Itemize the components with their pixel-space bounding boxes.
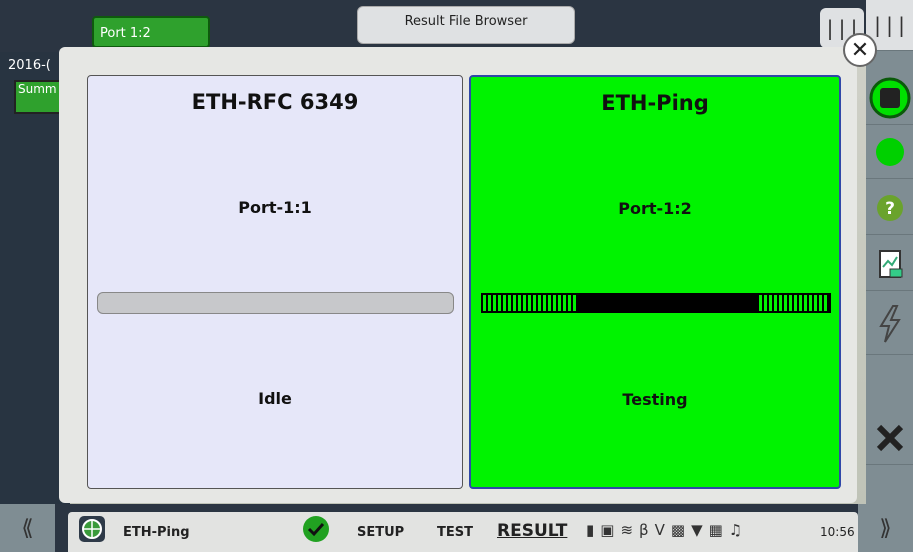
expand-right-button[interactable]: ⟫ [858, 504, 913, 552]
activity-tick [558, 295, 561, 311]
activity-tick [503, 295, 506, 311]
port-tab[interactable]: Port 1:2 [92, 16, 210, 48]
status-ok-icon [303, 516, 329, 542]
svg-text:?: ? [885, 199, 895, 219]
stop-button[interactable] [866, 72, 913, 125]
result-tab[interactable]: RESULT [497, 521, 567, 541]
summary-label: Summ [18, 82, 57, 96]
activity-tick [819, 295, 822, 311]
help-button[interactable]: ? [866, 182, 913, 235]
network-icon: ▼ [691, 521, 703, 539]
activity-tick [814, 295, 817, 311]
activity-tick [493, 295, 496, 311]
activity-tick [804, 295, 807, 311]
display-icon: ▩ [670, 521, 686, 539]
summary-tile[interactable]: Summ [14, 80, 62, 114]
help-icon: ? [876, 195, 903, 221]
right-toolbar: ||| ? [866, 0, 913, 504]
status-dot-icon [875, 138, 904, 166]
test-card-ping[interactable]: ETH-Ping Port-1:2 Testing [469, 75, 841, 489]
card-state: Testing [622, 390, 688, 409]
power-icon: ▮ [586, 521, 595, 539]
bars-icon: ||| [871, 13, 908, 37]
activity-tick [528, 295, 531, 311]
close-dialog-button[interactable]: ✕ [843, 33, 877, 67]
date-label: 2016-( [8, 58, 51, 73]
wifi-icon: ≋ [620, 521, 634, 539]
card-title: ETH-Ping [601, 91, 709, 115]
stop-icon [869, 77, 910, 119]
bluetooth-icon: β [639, 521, 649, 539]
activity-tick [543, 295, 546, 311]
activity-tick [533, 295, 536, 311]
quick-action-button[interactable] [866, 294, 913, 355]
collapse-left-button[interactable]: ⟪ [0, 504, 55, 552]
card-port: Port-1:2 [618, 199, 692, 218]
test-tab[interactable]: TEST [437, 525, 473, 540]
activity-tick [513, 295, 516, 311]
activity-tick [784, 295, 787, 311]
activity-tick [518, 295, 521, 311]
activity-tick [553, 295, 556, 311]
speaker-icon: ♫ [728, 521, 743, 539]
close-icon: ✕ [850, 37, 870, 63]
activity-tick [568, 295, 571, 311]
activity-tick [809, 295, 812, 311]
activity-tick [774, 295, 777, 311]
app-name-label: ETH-Ping [123, 525, 190, 540]
activity-tick [498, 295, 501, 311]
activity-tick [538, 295, 541, 311]
close-icon [876, 424, 903, 452]
system-tray: ▮ ▣ ≋ β V ▩ ▼ ▦ ♫ [586, 516, 818, 544]
activity-tick [759, 295, 762, 311]
test-card-rfc6349[interactable]: ETH-RFC 6349 Port-1:1 Idle [87, 75, 463, 489]
result-file-browser-tab[interactable]: Result File Browser [357, 6, 575, 44]
chevrons-right-icon: ⟫ [879, 515, 892, 541]
card-port: Port-1:1 [238, 198, 312, 217]
globe-icon [82, 519, 102, 539]
v-icon: V [654, 521, 665, 539]
activity-tick [573, 295, 576, 311]
chevrons-left-icon: ⟪ [21, 515, 34, 541]
setup-tab[interactable]: SETUP [357, 525, 404, 540]
lightning-icon [878, 305, 901, 343]
progress-bar [97, 292, 454, 314]
lan-icon: ▦ [708, 521, 723, 539]
status-indicator [866, 126, 913, 179]
activity-tick [769, 295, 772, 311]
activity-tick [794, 295, 797, 311]
report-button[interactable] [866, 238, 913, 291]
activity-tick [548, 295, 551, 311]
camera-icon: ▣ [600, 521, 615, 539]
activity-tick [563, 295, 566, 311]
clock-label: 10:56 [820, 525, 855, 539]
exit-button[interactable] [866, 412, 913, 465]
activity-tick [488, 295, 491, 311]
activity-tick [779, 295, 782, 311]
activity-tick [483, 295, 486, 311]
activity-tick [789, 295, 792, 311]
activity-tick [764, 295, 767, 311]
report-icon [878, 250, 902, 278]
card-state: Idle [258, 389, 292, 408]
card-title: ETH-RFC 6349 [191, 90, 359, 114]
activity-progress-bar [481, 293, 831, 313]
activity-tick [799, 295, 802, 311]
activity-tick [508, 295, 511, 311]
activity-tick [824, 295, 827, 311]
app-icon-button[interactable] [79, 516, 105, 542]
activity-tick [523, 295, 526, 311]
